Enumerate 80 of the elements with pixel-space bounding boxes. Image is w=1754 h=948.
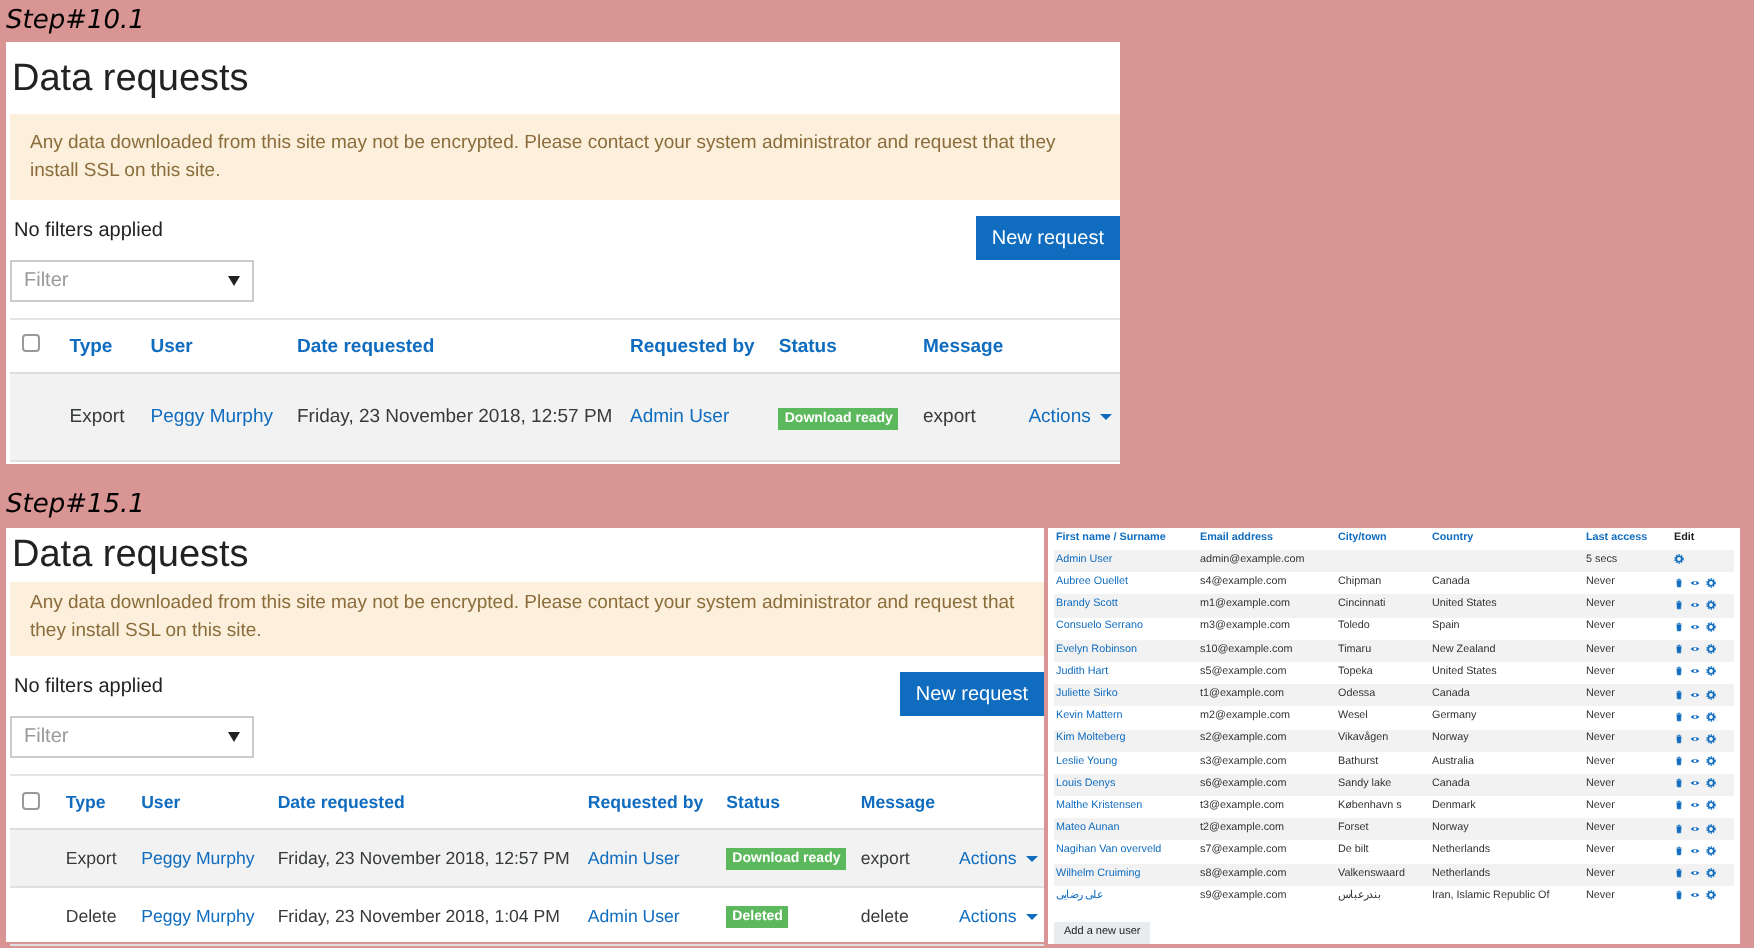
trash-icon[interactable] — [1674, 599, 1684, 610]
trash-icon[interactable] — [1674, 890, 1684, 901]
table-cell: Export — [65, 848, 117, 868]
column-header[interactable]: Date requested — [297, 335, 435, 357]
table-cell: export — [860, 848, 910, 868]
column-header[interactable]: Date requested — [277, 792, 405, 812]
trash-icon[interactable] — [1674, 577, 1684, 588]
column-header[interactable]: Type — [69, 335, 113, 357]
column-header[interactable]: Requested by — [630, 335, 755, 357]
select-all-checkbox[interactable] — [22, 791, 40, 809]
trash-icon[interactable] — [1674, 733, 1684, 744]
trash-icon[interactable] — [1674, 689, 1684, 700]
eye-icon[interactable] — [1690, 644, 1700, 655]
step-label: Step#10.1 — [4, 4, 147, 40]
eye-icon[interactable] — [1690, 689, 1700, 700]
eye-icon[interactable] — [1690, 756, 1700, 767]
eye-icon[interactable] — [1690, 890, 1700, 901]
warning-alert: Any data downloaded from this site may not be encrypted. Please contact your system administrator and request that they install SSL on this site. — [10, 582, 1044, 656]
eye-icon[interactable] — [1690, 577, 1700, 588]
column-header[interactable]: Status — [726, 792, 781, 812]
user-link[interactable]: Peggy Murphy — [141, 848, 255, 868]
table-cell: Friday, 23 November 2018, 12:57 PM — [277, 848, 570, 868]
step-label: Step#15.1 — [4, 488, 147, 524]
trash-icon[interactable] — [1674, 711, 1684, 722]
user-link[interactable]: Admin User — [587, 848, 680, 868]
filter-field[interactable]: Filter — [10, 716, 254, 758]
eye-icon[interactable] — [1690, 823, 1700, 834]
eye-icon[interactable] — [1690, 845, 1700, 856]
eye-icon[interactable] — [1690, 711, 1700, 722]
actions-menu[interactable]: Actions — [958, 906, 1039, 926]
actions-menu[interactable]: Actions — [958, 848, 1039, 868]
table-cell: Friday, 23 November 2018, 12:57 PM — [297, 406, 613, 428]
column-header[interactable]: Message — [923, 335, 1004, 357]
caret-icon — [1100, 413, 1113, 420]
trash-icon[interactable] — [1674, 823, 1684, 834]
new-request-button[interactable]: New request — [975, 216, 1120, 260]
eye-icon[interactable] — [1690, 778, 1700, 789]
new-request-button[interactable]: New request — [899, 672, 1044, 716]
caret-icon — [228, 732, 240, 742]
user-link[interactable]: Peggy Murphy — [141, 906, 255, 926]
select-all-checkbox[interactable] — [22, 334, 40, 352]
table-cell: Delete — [65, 906, 117, 926]
user-link[interactable]: Peggy Murphy — [150, 406, 274, 428]
filter-field[interactable]: Filter — [10, 260, 254, 302]
filter-summary: No filters applied — [12, 674, 165, 702]
eye-icon[interactable] — [1690, 621, 1700, 632]
trash-icon[interactable] — [1674, 845, 1684, 856]
column-header[interactable]: Requested by — [587, 792, 704, 812]
column-header[interactable]: User — [141, 792, 181, 812]
trash-icon[interactable] — [1674, 666, 1684, 677]
eye-icon[interactable] — [1690, 666, 1700, 677]
trash-icon[interactable] — [1674, 756, 1684, 767]
eye-icon[interactable] — [1690, 800, 1700, 811]
settings-icon[interactable] — [1674, 554, 1684, 565]
caret-icon — [1026, 914, 1039, 921]
trash-icon[interactable] — [1674, 644, 1684, 655]
user-link[interactable]: Admin User — [630, 406, 730, 428]
column-header[interactable]: Message — [860, 792, 936, 812]
column-header[interactable]: Status — [778, 335, 837, 357]
warning-alert: Any data downloaded from this site may not be encrypted. Please contact your system administrator and request that they install SSL on this site. — [10, 114, 1120, 200]
table-cell: export — [923, 406, 976, 428]
table-cell: delete — [860, 906, 909, 926]
caret-icon — [1026, 856, 1039, 863]
trash-icon[interactable] — [1674, 800, 1684, 811]
page-title: Data requests — [10, 532, 251, 578]
trash-icon[interactable] — [1674, 621, 1684, 632]
column-header[interactable]: User — [150, 335, 193, 357]
trash-icon[interactable] — [1674, 778, 1684, 789]
actions-menu[interactable]: Actions — [1028, 406, 1113, 428]
user-link[interactable]: Admin User — [587, 906, 680, 926]
eye-icon[interactable] — [1690, 733, 1700, 744]
column-header[interactable]: Type — [65, 792, 106, 812]
trash-icon[interactable] — [1674, 868, 1684, 879]
table-cell: Export — [69, 406, 125, 428]
page-title: Data requests — [10, 56, 251, 102]
eye-icon[interactable] — [1690, 868, 1700, 879]
caret-icon — [228, 276, 240, 286]
table-cell: Friday, 23 November 2018, 1:04 PM — [277, 906, 560, 926]
eye-icon[interactable] — [1690, 599, 1700, 610]
filter-summary: No filters applied — [12, 218, 165, 246]
